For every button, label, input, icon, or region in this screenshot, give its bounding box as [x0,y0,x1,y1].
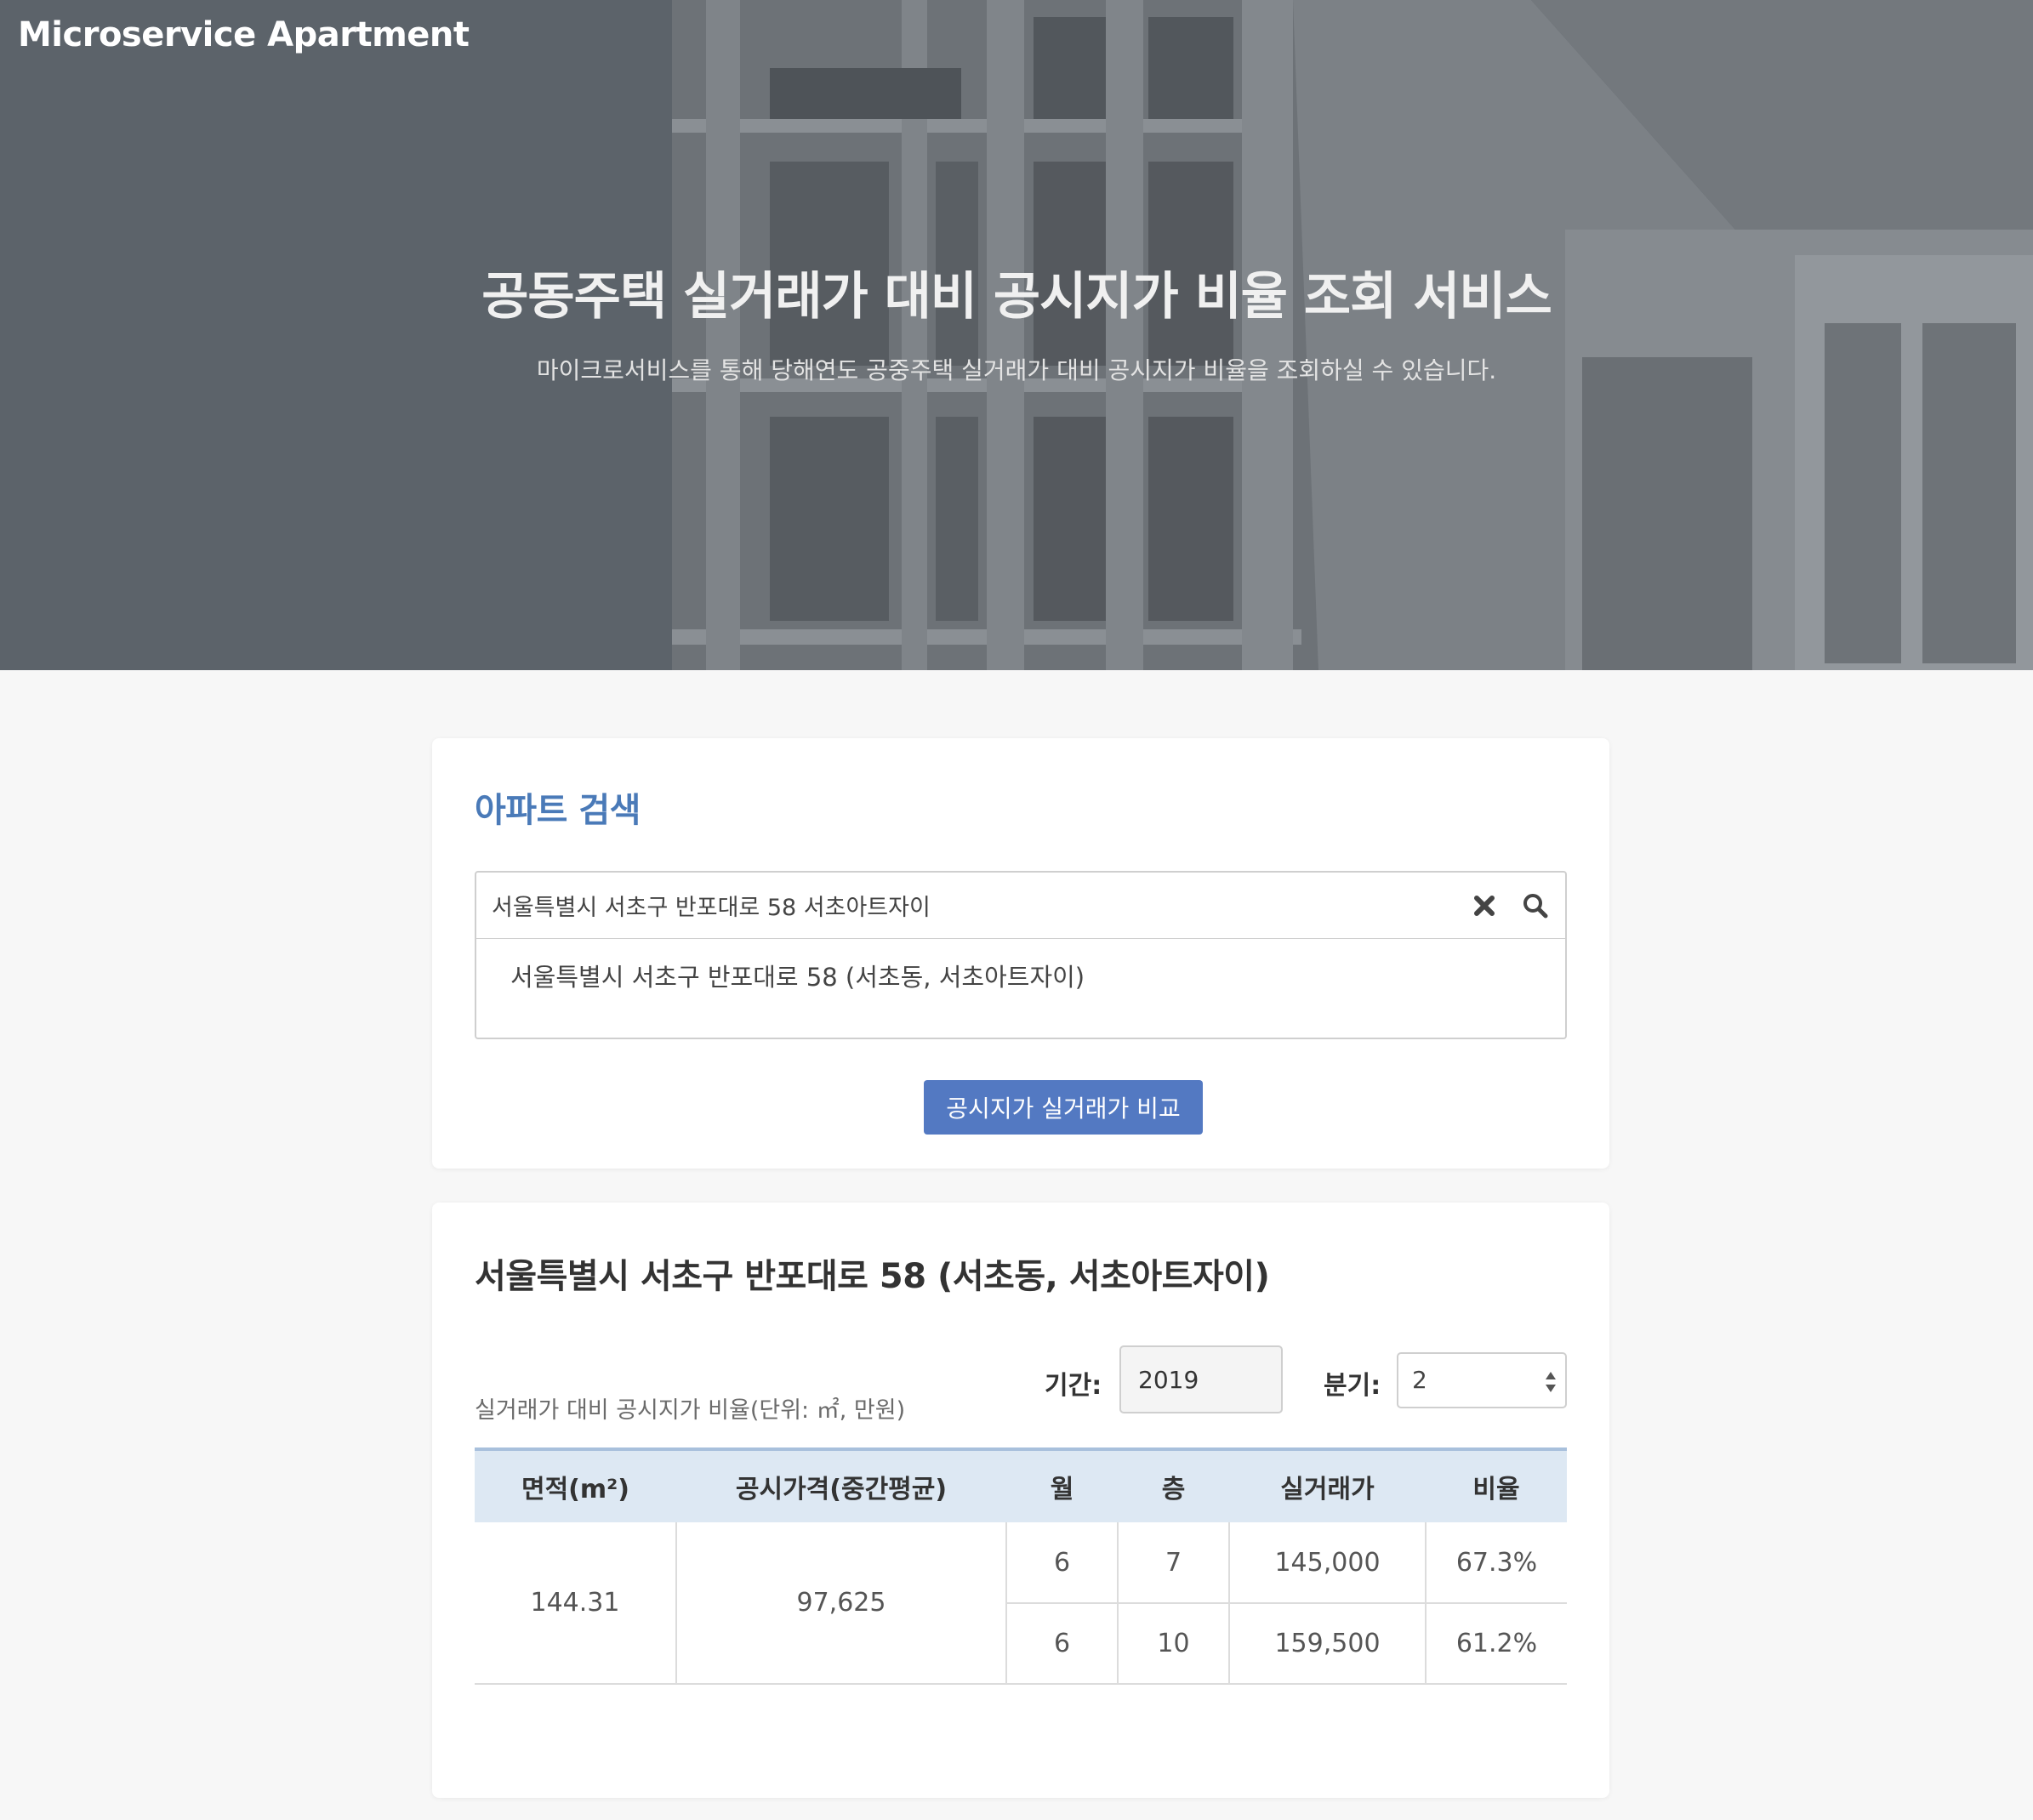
header-official-price: 공시가격(중간평균) [735,1475,948,1504]
search-card: 아파트 검색 서울특별시 서초구 반포대로 58 (서초동, 서초아트자이) 공… [432,738,1609,1169]
select-arrows-icon [1545,1369,1557,1398]
compare-button[interactable]: 공시지가 실거래가 비교 [924,1080,1203,1135]
floor-cell: 7 [1117,1522,1229,1604]
hero-banner: Microservice Apartment 공동주택 실거래가 대비 공시지가… [0,0,2033,670]
month-cell: 6 [1005,1522,1118,1604]
hero-title: 공동주택 실거래가 대비 공시지가 비율 조회 서비스 [481,267,1552,327]
period-label: 기간: [1045,1371,1102,1401]
ratio-cell: 67.3% [1425,1522,1567,1604]
result-card: 서울특별시 서초구 반포대로 58 (서초동, 서초아트자이) 실거래가 대비 … [432,1203,1609,1798]
search-heading: 아파트 검색 [475,791,641,830]
quarter-select[interactable]: 2 [1397,1352,1567,1408]
month-cell: 6 [1005,1603,1118,1685]
suggestion-list: 서울특별시 서초구 반포대로 58 (서초동, 서초아트자이) [475,939,1567,1039]
header-month: 월 [1050,1475,1074,1504]
result-title: 서울특별시 서초구 반포대로 58 (서초동, 서초아트자이) [475,1257,1270,1296]
ratio-table: 면적(m²) 공시가격(중간평균) 월 층 실거래가 비율 144.31 97,… [475,1447,1567,1685]
header-price: 실거래가 [1280,1475,1375,1504]
search-icon[interactable] [1521,891,1550,920]
ratio-cell: 61.2% [1425,1603,1567,1685]
official-price-cell: 97,625 [675,1522,1006,1685]
search-input[interactable] [492,873,1427,937]
unit-caption: 실거래가 대비 공시지가 비율(단위: ㎡, 만원) [475,1397,906,1424]
close-icon[interactable] [1470,891,1499,920]
building-photo [0,0,2033,670]
period-input[interactable] [1119,1345,1283,1413]
floor-cell: 10 [1117,1603,1229,1685]
quarter-label: 분기: [1324,1371,1381,1401]
suggestion-item[interactable]: 서울특별시 서초구 반포대로 58 (서초동, 서초아트자이) [510,958,1085,993]
price-cell: 145,000 [1228,1522,1426,1604]
hero-subtitle: 마이크로서비스를 통해 당해연도 공중주택 실거래가 대비 공시지가 비율을 조… [536,356,1497,384]
brand-logo[interactable]: Microservice Apartment [18,15,470,54]
area-cell: 144.31 [475,1522,676,1685]
header-area: 면적(m²) [521,1475,630,1504]
table-row: 144.31 97,625 6 7 145,000 67.3% [475,1522,1567,1685]
header-floor: 층 [1161,1475,1186,1504]
price-cell: 159,500 [1228,1603,1426,1685]
quarter-value: 2 [1412,1366,1427,1394]
table-header-row: 면적(m²) 공시가격(중간평균) 월 층 실거래가 비율 [475,1449,1567,1522]
search-box [475,871,1567,939]
header-ratio: 비율 [1472,1475,1520,1504]
